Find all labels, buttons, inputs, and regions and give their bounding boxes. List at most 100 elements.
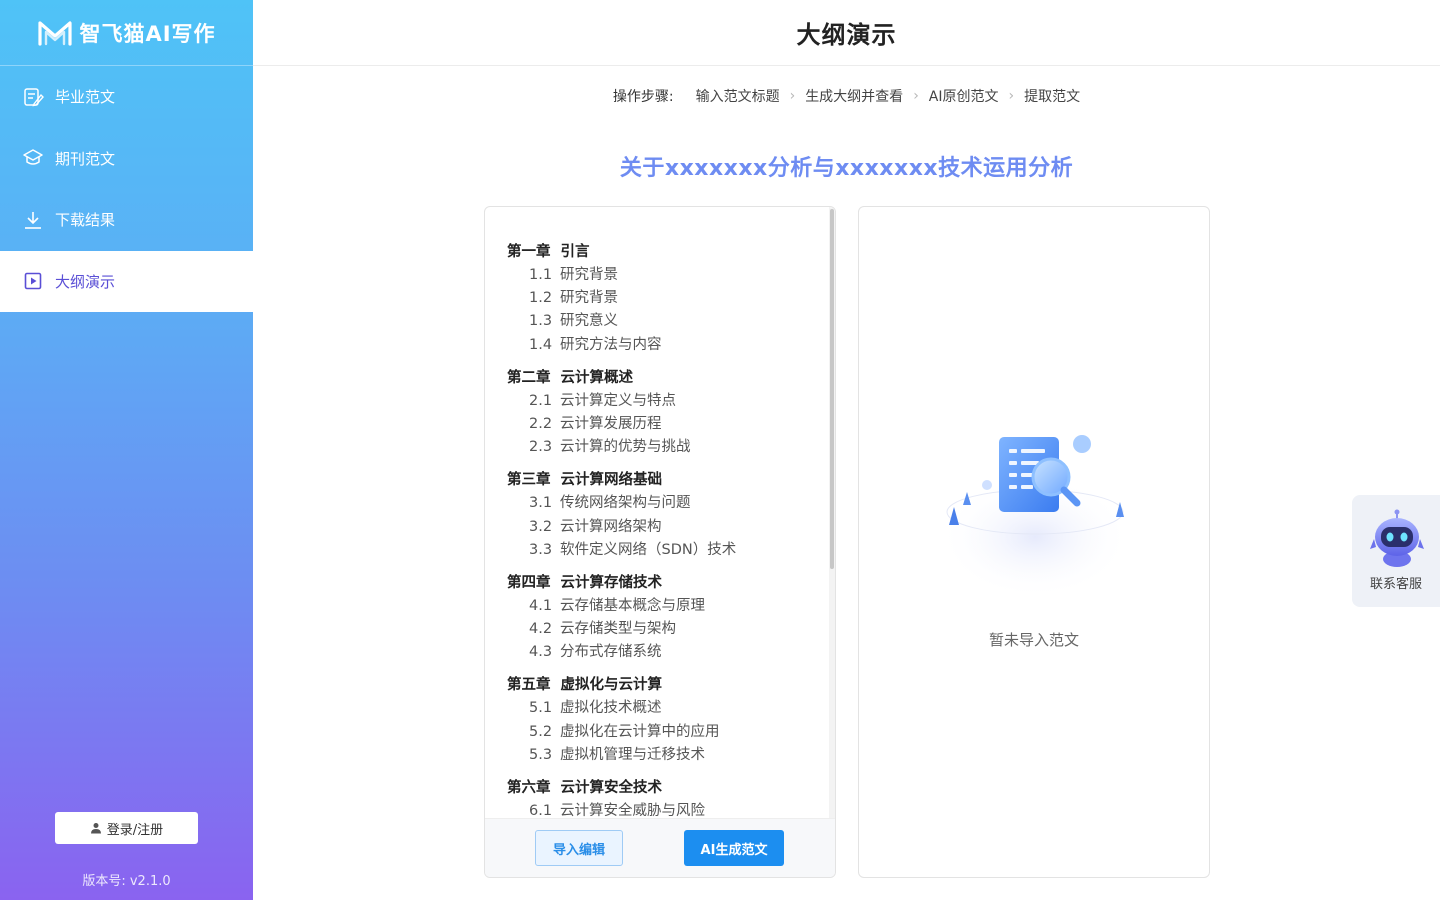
sidebar: 智飞猫AI写作 毕业范文 期刊范文 下载结果 大纲演示 登录/注册 版本号: v… [0, 0, 253, 900]
chapter-title: 第五章 虚拟化与云计算 [507, 674, 830, 697]
section-title: 分布式存储系统 [560, 644, 662, 661]
section-number: 3.3 [529, 541, 553, 558]
outline-chapter: 第一章 引言 1.1 研究背景 1.2 研究背景 1.3 研究意义 1.4 研究方法与内容 [507, 241, 830, 357]
download-icon [22, 209, 44, 231]
step-item: AI原创范文 [928, 89, 999, 105]
chapter-number: 第五章 [507, 677, 551, 694]
customer-service-label: 联系客服 [1369, 577, 1422, 592]
section-number: 6.1 [529, 803, 553, 818]
page-header: 大纲演示 [253, 0, 1440, 66]
section-number: 5.2 [529, 723, 553, 740]
section-title: 云计算安全威胁与风险 [560, 803, 705, 818]
robot-icon [1370, 509, 1424, 567]
chevron-right-icon: › [1008, 88, 1015, 104]
section-number: 2.1 [529, 392, 553, 409]
chapter-name: 云计算概述 [560, 369, 634, 386]
outline-chapter: 第四章 云计算存储技术 4.1 云存储基本概念与原理 4.2 云存储类型与架构 4.3 分布式… [507, 572, 830, 665]
outline-chapter: 第二章 云计算概述 2.1 云计算定义与特点 2.2 云计算发展历程 2.3 云计算的优势与挑… [507, 367, 830, 460]
section-number: 4.1 [529, 597, 553, 614]
chevron-right-icon: › [789, 88, 796, 104]
sidebar-item-label: 毕业范文 [55, 88, 116, 107]
section-title: 云存储类型与架构 [560, 621, 676, 638]
outline-section: 5.1 虚拟化技术概述 [507, 697, 830, 720]
login-register-button[interactable]: 登录/注册 [55, 812, 198, 844]
section-number: 1.3 [529, 313, 553, 330]
essay-result-panel: 暂未导入范文 [858, 206, 1210, 878]
chapter-number: 第四章 [507, 574, 551, 591]
outline-section: 4.2 云存储类型与架构 [507, 618, 830, 641]
outline-section: 5.3 虚拟机管理与迁移技术 [507, 744, 830, 767]
outline-section: 4.1 云存储基本概念与原理 [507, 595, 830, 618]
steps-label: 操作步骤: [612, 89, 674, 105]
ai-generate-essay-button[interactable]: AI生成范文 [684, 830, 784, 866]
outline-list[interactable]: 第一章 引言 1.1 研究背景 1.2 研究背景 1.3 研究意义 1.4 研究方法与内容 第二章云… [485, 207, 830, 818]
scrollbar-thumb[interactable] [830, 209, 834, 569]
chevron-right-icon: › [913, 88, 919, 104]
graduation-cap-icon [22, 147, 44, 169]
outline-section: 3.2 云计算网络架构 [507, 516, 830, 539]
chapter-name: 云计算网络基础 [560, 472, 663, 489]
chapter-title: 第一章 引言 [507, 241, 830, 264]
section-number: 5.3 [529, 746, 553, 763]
chapter-number: 第二章 [507, 369, 551, 386]
section-number: 2.3 [529, 439, 553, 456]
logo-m-icon [38, 20, 73, 46]
import-edit-button[interactable]: 导入编辑 [535, 830, 623, 866]
section-number: 3.2 [529, 518, 553, 535]
chapter-number: 第一章 [507, 244, 551, 260]
section-title: 传统网络架构与问题 [560, 495, 691, 512]
chapter-name: 引言 [560, 244, 590, 260]
section-number: 1.2 [529, 290, 553, 307]
app-name: 智飞猫AI写作 [79, 21, 216, 46]
outline-chapter: 第六章 云计算安全技术 6.1 云计算安全威胁与风险 [507, 777, 830, 818]
sidebar-item-download-results[interactable]: 下载结果 [0, 189, 253, 251]
sidebar-nav: 毕业范文 期刊范文 下载结果 大纲演示 [0, 66, 253, 312]
logo[interactable]: 智飞猫AI写作 [0, 0, 253, 66]
outline-chapter: 第五章 虚拟化与云计算 5.1 虚拟化技术概述 5.2 虚拟化在云计算中的应用 5.3 虚拟机… [507, 674, 830, 767]
sidebar-item-outline-demo[interactable]: 大纲演示 [0, 250, 253, 312]
section-title: 研究背景 [560, 290, 618, 307]
outline-scrollbar[interactable] [829, 207, 835, 818]
outline-section: 1.1 研究背景 [507, 264, 830, 287]
outline-section: 3.1 传统网络架构与问题 [507, 492, 830, 515]
section-title: 软件定义网络（SDN）技术 [560, 541, 737, 558]
user-icon [90, 823, 101, 834]
section-number: 4.2 [529, 621, 553, 638]
empty-document-search-icon [939, 435, 1131, 599]
chapter-title: 第三章 云计算网络基础 [507, 469, 830, 492]
operation-steps: 操作步骤: 输入范文标题 › 生成大纲并查看 › AI原创范文 › 提取范文 [253, 82, 1440, 110]
chapter-name: 虚拟化与云计算 [560, 677, 663, 694]
sidebar-item-graduation-essay[interactable]: 毕业范文 [0, 66, 253, 128]
customer-service-widget[interactable]: 联系客服 [1352, 495, 1440, 607]
chapter-title: 第四章 云计算存储技术 [507, 572, 830, 595]
sidebar-item-label: 下载结果 [55, 211, 116, 230]
login-register-label: 登录/注册 [106, 822, 164, 838]
section-title: 云计算的优势与挑战 [560, 439, 691, 456]
section-title: 云存储基本概念与原理 [560, 597, 705, 614]
chapter-number: 第六章 [507, 780, 551, 796]
outline-actions: 导入编辑 AI生成范文 [485, 818, 835, 877]
section-number: 4.3 [529, 644, 553, 661]
section-title: 虚拟机管理与迁移技术 [560, 746, 705, 763]
outline-section: 6.1 云计算安全威胁与风险 [507, 800, 830, 818]
page-title: 大纲演示 [796, 21, 897, 49]
version-label: 版本号: v2.1.0 [82, 874, 171, 889]
section-title: 云计算定义与特点 [560, 392, 676, 409]
edit-document-icon [22, 86, 44, 108]
play-square-icon [22, 270, 44, 292]
outline-panel: 第一章 引言 1.1 研究背景 1.2 研究背景 1.3 研究意义 1.4 研究方法与内容 第二章云… [484, 206, 836, 878]
sidebar-item-label: 期刊范文 [55, 149, 116, 168]
section-number: 2.2 [529, 415, 553, 432]
essay-title: 关于xxxxxxx分析与xxxxxxx技术运用分析 [619, 156, 1074, 181]
outline-section: 2.1 云计算定义与特点 [507, 390, 830, 413]
step-item: 输入范文标题 [695, 89, 780, 105]
outline-section: 2.2 云计算发展历程 [507, 413, 830, 436]
section-number: 1.4 [529, 336, 553, 353]
chapter-title: 第二章 云计算概述 [507, 367, 830, 390]
step-item: 生成大纲并查看 [805, 89, 904, 105]
sidebar-item-journal-essay[interactable]: 期刊范文 [0, 128, 253, 190]
chapter-name: 云计算安全技术 [560, 780, 663, 796]
outline-chapter: 第三章 云计算网络基础 3.1 传统网络架构与问题 3.2 云计算网络架构 3.3 软件定义网… [507, 469, 830, 562]
outline-section: 1.2 研究背景 [507, 287, 830, 310]
section-title: 研究意义 [560, 313, 618, 330]
